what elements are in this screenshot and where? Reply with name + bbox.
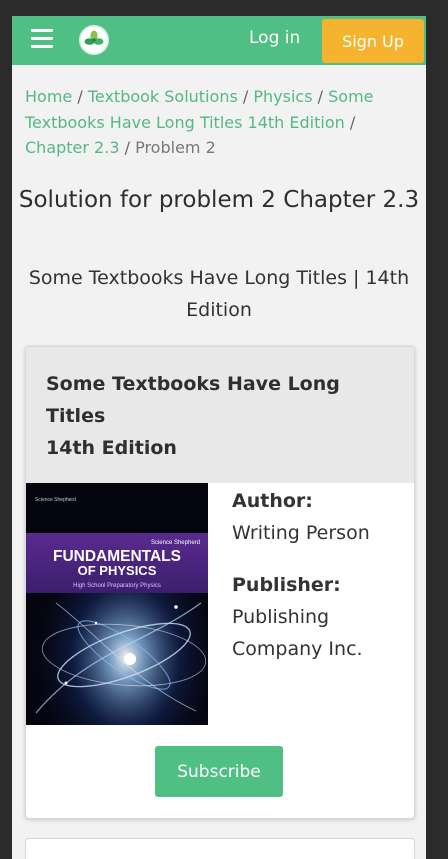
book-edition: 14th Edition: [46, 437, 177, 459]
book-title: Some Textbooks Have Long Titles 14th Edi…: [46, 368, 386, 464]
cover-title-line2: OF PHYSICS: [78, 563, 157, 578]
breadcrumb-separator: /: [242, 87, 249, 106]
site-logo[interactable]: [79, 25, 109, 55]
book-cover-image: Science Shepherd Science Shepherd FUNDAM…: [26, 483, 208, 725]
breadcrumb-separator: /: [317, 87, 324, 106]
breadcrumb: Home / Textbook Solutions / Physics / So…: [25, 84, 405, 161]
author-label: Author:: [232, 490, 313, 512]
textbook-card: Some Textbooks Have Long Titles 14th Edi…: [25, 346, 415, 819]
breadcrumb-physics[interactable]: Physics: [253, 87, 312, 106]
menu-icon[interactable]: [31, 29, 53, 49]
page-title: Solution for problem 2 Chapter 2.3: [18, 187, 420, 213]
login-link[interactable]: Log in: [249, 28, 300, 48]
cover-subtitle: High School Preparatory Physics: [73, 583, 161, 589]
subscribe-button[interactable]: Subscribe: [155, 746, 283, 797]
breadcrumb-separator: /: [124, 138, 130, 157]
publisher-label: Publisher:: [232, 574, 341, 596]
cover-art: Science Shepherd Science Shepherd FUNDAM…: [26, 483, 208, 725]
card-header: Some Textbooks Have Long Titles 14th Edi…: [26, 347, 414, 483]
book-meta: Author: Writing Person Publisher: Publis…: [232, 485, 407, 665]
breadcrumb-separator: /: [77, 87, 83, 106]
breadcrumb-home[interactable]: Home: [25, 87, 72, 106]
breadcrumb-separator: /: [349, 112, 356, 132]
top-navbar: Log in Sign Up: [12, 16, 426, 65]
breadcrumb-textbook-solutions[interactable]: Textbook Solutions: [88, 87, 238, 106]
author-value: Writing Person: [232, 522, 370, 544]
book-title-line: Some Textbooks Have Long Titles: [46, 373, 340, 427]
page-subtitle: Some Textbooks Have Long Titles | 14th E…: [28, 267, 410, 321]
cover-series: Science Shepherd: [151, 540, 200, 546]
breadcrumb-chapter[interactable]: Chapter 2.3: [25, 138, 120, 157]
page-frame: Log in Sign Up Home / Textbook Solutions…: [12, 16, 426, 859]
next-card: [25, 838, 415, 859]
signup-button[interactable]: Sign Up: [322, 19, 424, 63]
breadcrumb-current: Problem 2: [135, 138, 216, 157]
publisher-value: Publishing Company Inc.: [232, 606, 363, 660]
cover-corner-text: Science Shepherd: [35, 497, 76, 503]
leaf-logo-icon: [84, 30, 104, 45]
